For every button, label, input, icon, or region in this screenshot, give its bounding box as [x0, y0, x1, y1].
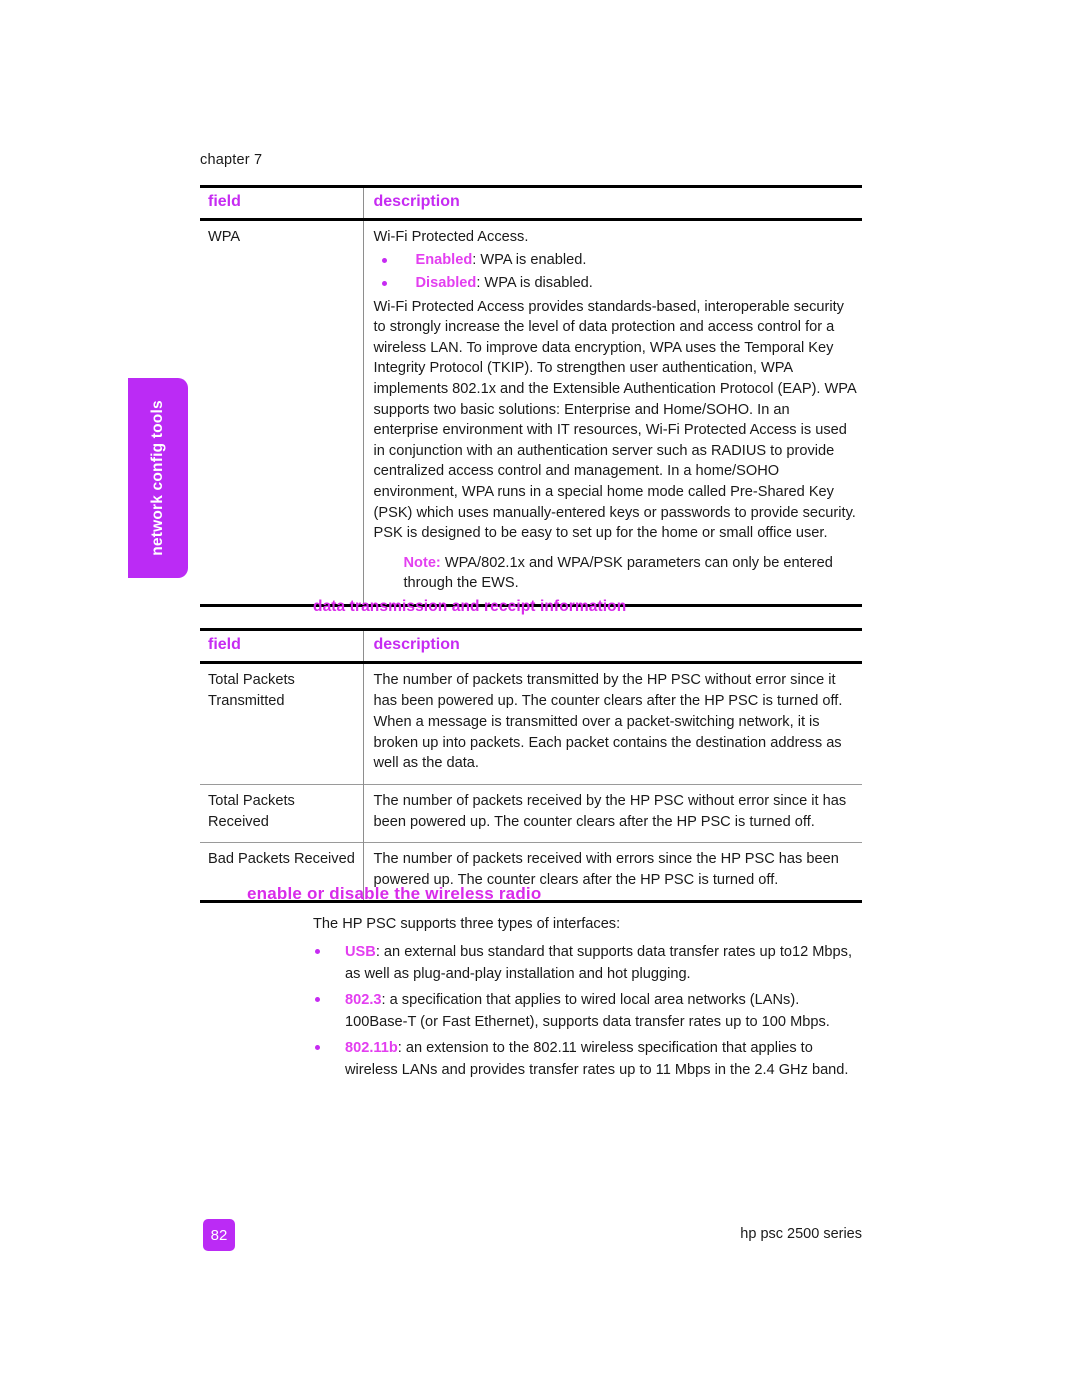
- description-paragraph: The number of packets transmitted by the…: [373, 672, 843, 709]
- cell-field-name: Total Packets Transmitted: [208, 672, 295, 709]
- wpa-long-description: Wi-Fi Protected Access provides standard…: [373, 298, 856, 542]
- interface-type-list: USB: an external bus standard that suppo…: [313, 941, 865, 1081]
- section-thumb-tab: network config tools: [128, 378, 188, 578]
- wpa-field-table: field description WPA Wi-Fi Protected Ac…: [200, 185, 862, 607]
- product-footer-label: hp psc 2500 series: [740, 1226, 862, 1242]
- interface-desc-8023: : a specification that applies to wired …: [345, 992, 830, 1030]
- data-transmission-table-head: field description: [200, 628, 862, 664]
- cell-field-name: Total Packets Received: [200, 783, 363, 843]
- option-term-enabled: Enabled: [415, 251, 473, 268]
- table-header-row: field description: [200, 628, 862, 664]
- interface-desc-80211b: : an extension to the 802.11 wireless sp…: [345, 1040, 849, 1078]
- chapter-label: chapter 7: [200, 152, 263, 168]
- wpa-table-head: field description: [200, 185, 862, 221]
- cell-field-name: WPA: [200, 219, 363, 607]
- section-thumb-tab-label: network config tools: [149, 400, 166, 556]
- wpa-table-body: WPA Wi-Fi Protected Access. Enabled: WPA…: [200, 219, 862, 607]
- list-item: 802.3: a specification that applies to w…: [313, 989, 865, 1033]
- interface-term-80211b: 802.11b: [345, 1040, 398, 1056]
- note-label: Note:: [403, 554, 441, 571]
- column-header-field: field: [200, 185, 363, 221]
- wpa-note: Note: WPA/802.1x and WPA/PSK parameters …: [374, 553, 859, 594]
- page-number-badge: 82: [203, 1219, 235, 1251]
- interface-desc-usb: : an external bus standard that supports…: [345, 944, 853, 982]
- note-text: WPA/802.1x and WPA/PSK parameters can on…: [403, 554, 833, 592]
- interface-term-usb: USB: [345, 944, 376, 960]
- page-number: 82: [210, 1226, 228, 1244]
- option-term-disabled: Disabled: [415, 274, 477, 291]
- wpa-option-list: Enabled: WPA is enabled. Disabled: WPA i…: [374, 249, 859, 295]
- list-item: 802.11b: an extension to the 802.11 wire…: [313, 1037, 865, 1081]
- cell-description: The number of packets received by the HP…: [362, 783, 862, 843]
- wireless-radio-heading: enable or disable the wireless radio: [247, 884, 542, 903]
- cell-description: The number of packets transmitted by the…: [362, 662, 862, 785]
- wpa-intro-text: Wi-Fi Protected Access.: [373, 229, 529, 245]
- table-row: WPA Wi-Fi Protected Access. Enabled: WPA…: [200, 219, 862, 607]
- data-transmission-table-body: Total Packets Transmitted The number of …: [200, 662, 862, 904]
- column-header-description: description: [362, 185, 862, 221]
- wireless-radio-body: The HP PSC supports three types of inter…: [313, 913, 865, 1085]
- cell-description: Wi-Fi Protected Access. Enabled: WPA is …: [362, 219, 862, 607]
- table-header-row: field description: [200, 185, 862, 221]
- column-header-description: description: [362, 628, 862, 664]
- description-paragraph: When a message is transmitted over a pac…: [373, 714, 842, 772]
- list-item: Disabled: WPA is disabled.: [374, 272, 859, 295]
- list-item: USB: an external bus standard that suppo…: [313, 941, 865, 985]
- wireless-radio-lead: The HP PSC supports three types of inter…: [313, 916, 621, 932]
- option-desc-disabled: : WPA is disabled.: [476, 274, 593, 291]
- table-row: Total Packets Received The number of pac…: [200, 783, 862, 843]
- option-desc-enabled: : WPA is enabled.: [472, 251, 587, 268]
- description-paragraph: The number of packets received by the HP…: [373, 792, 847, 830]
- data-transmission-table: field description Total Packets Transmit…: [200, 628, 862, 904]
- document-page: chapter 7 network config tools field des…: [0, 0, 1080, 1397]
- list-item: Enabled: WPA is enabled.: [374, 249, 859, 272]
- column-header-field: field: [200, 628, 363, 664]
- data-transmission-heading: data transmission and receipt informatio…: [313, 598, 627, 615]
- table-row: Total Packets Transmitted The number of …: [200, 662, 862, 785]
- interface-term-8023: 802.3: [345, 992, 382, 1008]
